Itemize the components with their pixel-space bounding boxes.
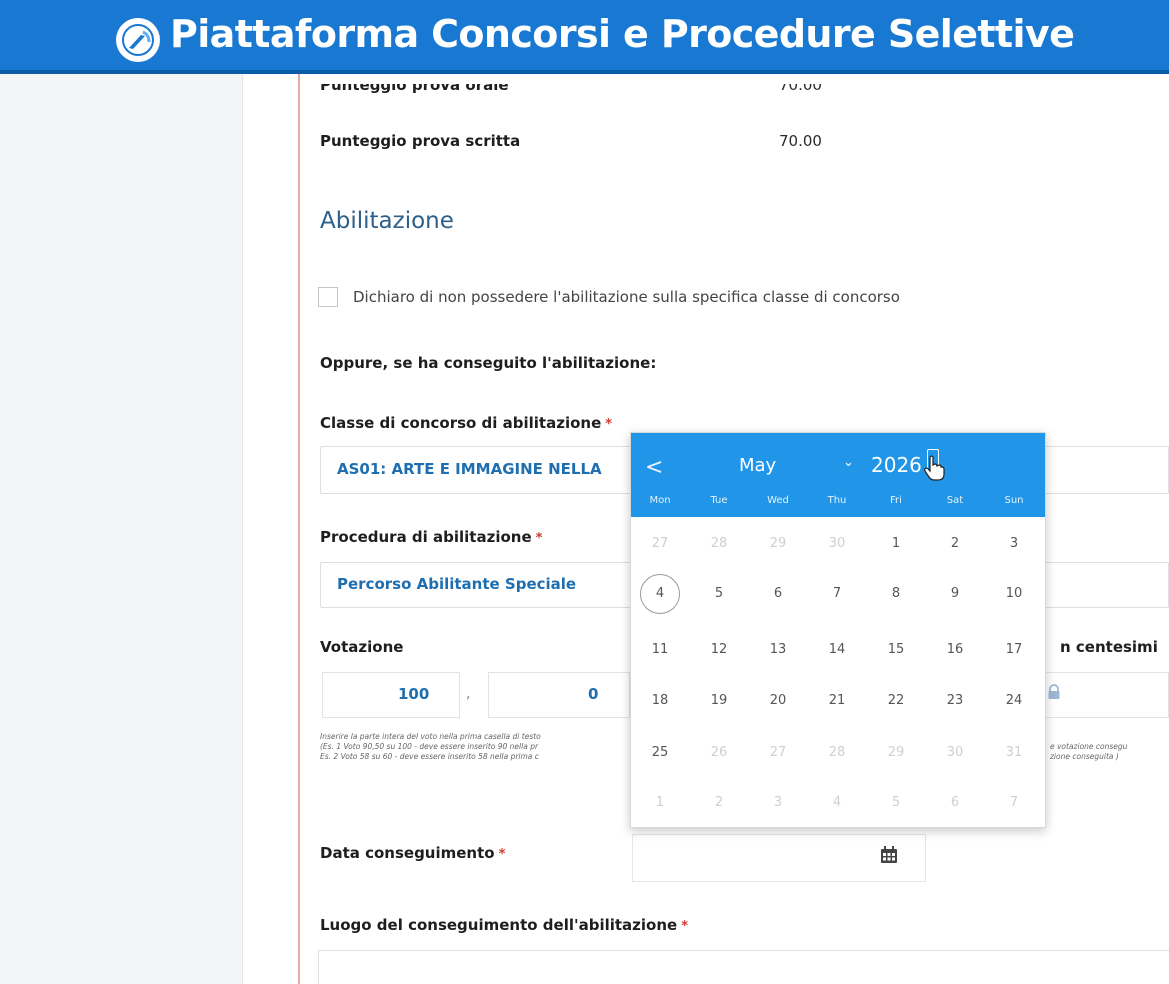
day-cell[interactable]: 13 (755, 627, 801, 673)
vote-hint-right-2: zione conseguita ) (1050, 752, 1119, 761)
vote-decimal-value: 0 (588, 685, 599, 703)
page-gutter (242, 74, 298, 984)
required-mark: * (498, 847, 506, 862)
app-title: Piattaforma Concorsi e Procedure Seletti… (170, 12, 1075, 56)
day-cell-today[interactable]: 4 (640, 574, 680, 614)
day-cell[interactable]: 11 (637, 627, 683, 673)
day-cell[interactable]: 31 (991, 730, 1037, 776)
weekday-label: Sun (1004, 495, 1024, 506)
required-mark: * (681, 919, 688, 934)
classe-label: Classe di concorso di abilitazione * (320, 414, 613, 432)
day-cell[interactable]: 20 (755, 678, 801, 724)
app-banner: Piattaforma Concorsi e Procedure Seletti… (0, 0, 1169, 74)
votazione-right-label: n centesimi (1060, 638, 1158, 656)
calendar-icon[interactable] (880, 846, 898, 864)
day-cell[interactable]: 29 (873, 730, 919, 776)
procedura-label: Procedura di abilitazione * (320, 528, 543, 546)
day-cell[interactable]: 10 (991, 571, 1037, 617)
prev-month-button[interactable]: < (645, 455, 663, 480)
month-select[interactable]: May (739, 455, 776, 476)
day-cell[interactable]: 27 (755, 730, 801, 776)
day-cell[interactable]: 3 (755, 780, 801, 826)
day-cell[interactable]: 5 (696, 571, 742, 617)
lock-icon (1048, 684, 1060, 699)
weekday-label: Wed (767, 495, 789, 506)
datepicker-popup: < May ⌄ 2026 Mon Tue Wed Thu Fri Sat Sun… (630, 432, 1046, 828)
vote-total-field (1046, 672, 1169, 718)
required-mark: * (535, 531, 543, 546)
day-cell[interactable]: 14 (814, 627, 860, 673)
year-input[interactable]: 2026 (871, 453, 922, 477)
day-cell[interactable]: 27 (637, 521, 683, 567)
day-cell[interactable]: 24 (991, 678, 1037, 724)
votazione-label: Votazione (320, 638, 404, 656)
vote-hint-right-1: e votazione consegu (1050, 742, 1128, 751)
day-cell[interactable]: 1 (637, 780, 683, 826)
section-title: Abilitazione (320, 208, 454, 234)
written-score-value: 70.00 (779, 132, 822, 150)
left-background (0, 74, 242, 984)
day-cell[interactable]: 25 (637, 730, 683, 776)
day-cell[interactable]: 22 (873, 678, 919, 724)
form-divider-line (298, 74, 300, 984)
day-cell[interactable]: 9 (932, 571, 978, 617)
logo-icon (116, 18, 160, 62)
day-cell[interactable]: 30 (932, 730, 978, 776)
written-score-label: Punteggio prova scritta (320, 132, 521, 150)
day-cell[interactable]: 4 (814, 780, 860, 826)
day-cell[interactable]: 2 (696, 780, 742, 826)
day-cell[interactable]: 17 (991, 627, 1037, 673)
day-cell[interactable]: 19 (696, 678, 742, 724)
weekday-label: Sat (946, 495, 964, 506)
day-cell[interactable]: 6 (755, 571, 801, 617)
vote-hint-1: Inserire la parte intera del voto nella … (320, 732, 541, 741)
weekday-label: Thu (827, 495, 847, 506)
classe-value: AS01: ARTE E IMMAGINE NELLA (337, 460, 602, 478)
day-cell[interactable]: 30 (814, 521, 860, 567)
hand-cursor-icon (924, 455, 945, 481)
vote-integer-input[interactable] (322, 672, 460, 718)
luogo-label: Luogo del conseguimento dell'abilitazion… (320, 916, 688, 934)
day-cell[interactable]: 8 (873, 571, 919, 617)
required-mark: * (605, 417, 613, 432)
day-cell[interactable]: 26 (696, 730, 742, 776)
day-cell[interactable]: 6 (932, 780, 978, 826)
vote-separator: , (466, 686, 471, 702)
datepicker-header: < May ⌄ 2026 Mon Tue Wed Thu Fri Sat Sun (631, 433, 1045, 517)
weekday-label: Mon (649, 495, 671, 506)
day-cell[interactable]: 3 (991, 521, 1037, 567)
day-cell[interactable]: 7 (991, 780, 1037, 826)
day-cell[interactable]: 28 (814, 730, 860, 776)
vote-hint-2: (Es. 1 Voto 90,50 su 100 - deve essere i… (320, 742, 539, 751)
day-cell[interactable]: 15 (873, 627, 919, 673)
procedura-value: Percorso Abilitante Speciale (337, 575, 577, 593)
day-cell[interactable]: 21 (814, 678, 860, 724)
day-cell[interactable]: 12 (696, 627, 742, 673)
day-cell[interactable]: 28 (696, 521, 742, 567)
no-qualification-checkbox[interactable] (318, 287, 338, 307)
day-cell[interactable]: 2 (932, 521, 978, 567)
chevron-down-icon[interactable]: ⌄ (843, 455, 854, 470)
day-cell[interactable]: 18 (637, 678, 683, 724)
declaration-label: Dichiaro di non possedere l'abilitazione… (353, 288, 900, 306)
vote-hint-3: Es. 2 Voto 58 su 60 - deve essere inseri… (320, 752, 539, 761)
weekday-label: Fri (890, 495, 902, 506)
day-cell[interactable]: 29 (755, 521, 801, 567)
weekday-label: Tue (710, 495, 728, 506)
day-cell[interactable]: 5 (873, 780, 919, 826)
day-cell[interactable]: 23 (932, 678, 978, 724)
data-conseguimento-label: Data conseguimento * (320, 844, 506, 862)
vote-decimal-input[interactable] (488, 672, 630, 718)
day-cell[interactable]: 1 (873, 521, 919, 567)
day-cell[interactable]: 16 (932, 627, 978, 673)
alternative-label: Oppure, se ha conseguito l'abilitazione: (320, 354, 657, 372)
day-cell[interactable]: 7 (814, 571, 860, 617)
luogo-input[interactable] (318, 950, 1169, 984)
vote-integer-value: 100 (398, 685, 430, 703)
